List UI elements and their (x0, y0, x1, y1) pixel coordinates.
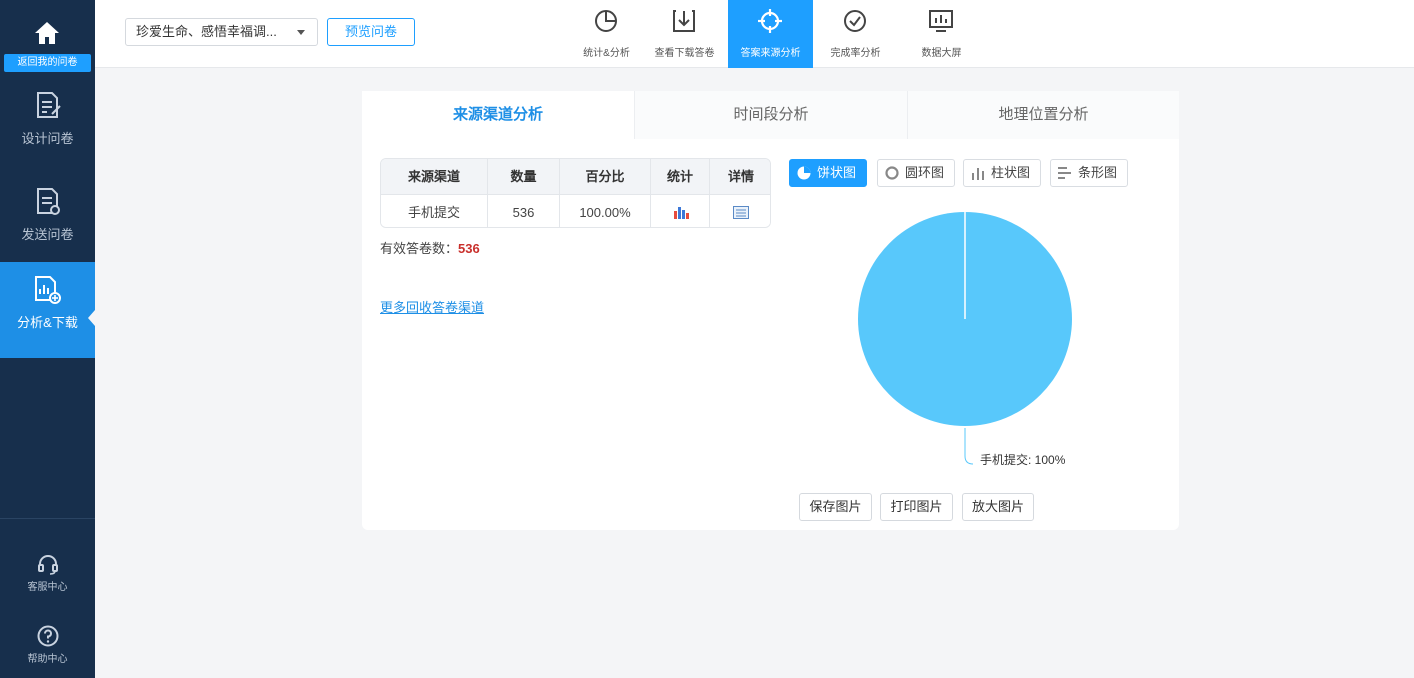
check-circle-icon (844, 10, 866, 32)
sidebar-item-label: 分析&下载 (17, 315, 78, 330)
customer-service-button[interactable]: 客服中心 (0, 552, 95, 594)
analysis-card: 来源渠道分析 时间段分析 地理位置分析 来源渠道 数量 百分比 统计 详情 手机… (362, 91, 1179, 530)
sidebar-item-design[interactable]: 设计问卷 (0, 78, 95, 174)
valid-answers-count: 536 (458, 241, 480, 256)
download-icon (673, 10, 695, 32)
headset-icon (38, 555, 58, 575)
save-image-button[interactable]: 保存图片 (799, 493, 872, 521)
top-tab-label: 答案来源分析 (740, 48, 801, 59)
top-tab-label: 统计&分析 (583, 48, 630, 59)
home-label: 返回我的问卷 (4, 54, 91, 72)
pie-icon (797, 166, 811, 180)
table-cell-stats (651, 195, 710, 227)
sidebar-divider (0, 518, 95, 519)
monitor-chart-icon (929, 10, 953, 32)
tab-time-period[interactable]: 时间段分析 (634, 91, 907, 139)
top-tab-label: 数据大屏 (921, 48, 962, 59)
top-bar: 珍爱生命、感悟幸福调... 预览问卷 统计&分析 查看下载答卷 答案来源分析 完… (95, 0, 1414, 68)
detail-list-icon[interactable] (733, 206, 749, 219)
tab-answer-source[interactable]: 答案来源分析 (728, 0, 813, 68)
caret-down-icon (297, 30, 305, 35)
send-doc-icon (37, 188, 60, 215)
chart-type-hbar[interactable]: 条形图 (1050, 159, 1128, 187)
table-header-cell: 百分比 (560, 159, 651, 194)
chart-type-label: 柱状图 (991, 165, 1031, 180)
help-icon (37, 625, 59, 647)
table-header-cell: 数量 (488, 159, 560, 194)
sidebar-bottom-label: 帮助中心 (27, 654, 68, 665)
table-header-cell: 详情 (727, 169, 754, 184)
analysis-download-icon (35, 276, 61, 304)
bar-chart-icon[interactable] (673, 206, 689, 219)
top-tab-label: 查看下载答卷 (654, 48, 715, 59)
sidebar-item-label: 发送问卷 (21, 227, 74, 242)
preview-survey-button[interactable]: 预览问卷 (327, 18, 415, 46)
donut-icon (885, 166, 899, 180)
sidebar-item-send[interactable]: 发送问卷 (0, 174, 95, 270)
table-cell-channel: 手机提交 (381, 195, 488, 227)
sidebar: 返回我的问卷 设计问卷 发送问卷 分析&下载 客服中心 帮助中心 (0, 0, 95, 678)
zoom-image-button[interactable]: 放大图片 (962, 493, 1034, 521)
valid-answers: 有效答卷数：536 (380, 238, 480, 257)
help-center-button[interactable]: 帮助中心 (0, 624, 95, 666)
pie-chart (858, 212, 1072, 465)
sidebar-item-label: 设计问卷 (21, 131, 74, 146)
pie-chart-icon (595, 10, 617, 32)
top-tab-label: 完成率分析 (830, 48, 881, 59)
crosshair-icon (758, 9, 782, 33)
tab-data-screen[interactable]: 数据大屏 (899, 0, 984, 68)
survey-select[interactable]: 珍爱生命、感悟幸福调... (125, 18, 318, 46)
tab-view-download[interactable]: 查看下载答卷 (642, 0, 727, 68)
chart-type-bar[interactable]: 柱状图 (963, 159, 1041, 187)
table-row: 手机提交 536 100.00% (381, 194, 770, 227)
table-cell-detail (710, 195, 770, 227)
chart-type-label: 条形图 (1078, 165, 1118, 180)
table-header-cell: 来源渠道 (381, 159, 488, 194)
chart-type-label: 饼状图 (817, 165, 857, 180)
table-header-row: 来源渠道 数量 百分比 统计 详情 (381, 159, 770, 194)
table-header-cell: 统计 (651, 159, 710, 194)
hbar-icon (1058, 167, 1071, 179)
valid-answers-label: 有效答卷数： (380, 241, 459, 256)
tab-stats-analysis[interactable]: 统计&分析 (564, 0, 649, 68)
pie-label-leader (964, 428, 974, 465)
table-cell-percent: 100.00% (560, 195, 651, 227)
chart-type-label: 圆环图 (905, 165, 945, 180)
pie-slice-label: 手机提交: 100% (980, 453, 1066, 467)
table-cell-count: 536 (488, 195, 560, 227)
tab-source-channel[interactable]: 来源渠道分析 (362, 91, 634, 139)
more-channels-link[interactable]: 更多回收答卷渠道 (380, 297, 484, 316)
sidebar-item-analysis[interactable]: 分析&下载 (0, 262, 95, 358)
survey-select-value: 珍爱生命、感悟幸福调... (136, 24, 277, 39)
chart-type-donut[interactable]: 圆环图 (877, 159, 955, 187)
source-table: 来源渠道 数量 百分比 统计 详情 手机提交 536 100.00% (380, 158, 771, 228)
tab-completion-rate[interactable]: 完成率分析 (813, 0, 898, 68)
analysis-tabs: 来源渠道分析 时间段分析 地理位置分析 (362, 91, 1179, 139)
home-icon (35, 22, 59, 44)
home-button[interactable]: 返回我的问卷 (0, 0, 95, 78)
print-image-button[interactable]: 打印图片 (880, 493, 953, 521)
bar-icon (972, 168, 984, 180)
chart-type-pie[interactable]: 饼状图 (789, 159, 867, 187)
tab-geo-location[interactable]: 地理位置分析 (907, 91, 1179, 139)
edit-doc-icon (37, 92, 61, 118)
sidebar-bottom-label: 客服中心 (27, 582, 68, 593)
